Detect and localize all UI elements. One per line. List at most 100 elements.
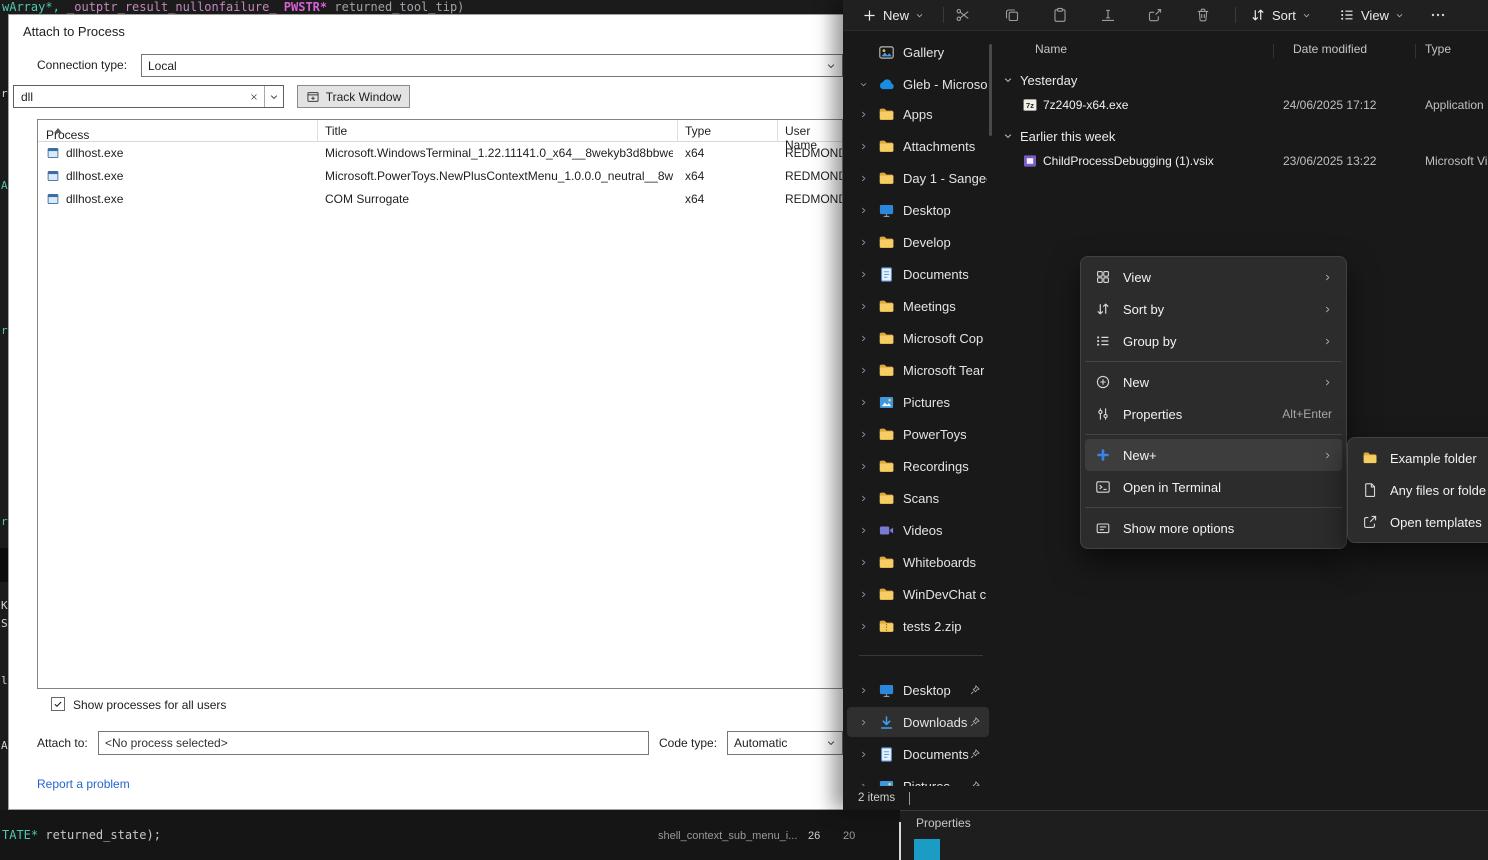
menu-item-open-in-terminal[interactable]: Open in Terminal xyxy=(1085,471,1342,503)
menu-item-group-by[interactable]: Group by xyxy=(1085,325,1342,357)
table-row[interactable]: dllhost.exe Microsoft.PowerToys.NewPlusC… xyxy=(38,165,842,188)
chevron-right-icon[interactable] xyxy=(859,142,868,151)
chevron-right-icon[interactable] xyxy=(859,590,868,599)
show-all-users-checkbox[interactable] xyxy=(51,697,65,711)
sidebar-item-desktop[interactable]: Desktop xyxy=(847,195,989,225)
codelens-reference[interactable]: shell_context_sub_menu_i... xyxy=(658,830,797,842)
chevron-right-icon[interactable] xyxy=(859,526,868,535)
chevron-right-icon[interactable] xyxy=(859,398,868,407)
sidebar-item-whiteboards[interactable]: Whiteboards xyxy=(847,547,989,577)
chevron-right-icon[interactable] xyxy=(859,558,868,567)
sidebar-item-gallery[interactable]: Gallery xyxy=(847,37,989,67)
report-a-problem-link[interactable]: Report a problem xyxy=(37,777,130,791)
chevron-down-icon[interactable] xyxy=(859,80,868,89)
chevron-right-icon[interactable] xyxy=(859,174,868,183)
chevron-right-icon[interactable] xyxy=(859,270,868,279)
column-header-type[interactable]: Type xyxy=(685,124,711,138)
chevron-right-icon[interactable] xyxy=(859,686,868,695)
copy-button[interactable] xyxy=(996,2,1028,28)
sidebar-item-develop[interactable]: Develop xyxy=(847,227,989,257)
sidebar-item-scans[interactable]: Scans xyxy=(847,483,989,513)
column-divider[interactable] xyxy=(1273,44,1274,58)
new-button[interactable]: New xyxy=(853,2,933,28)
column-divider[interactable] xyxy=(777,120,778,142)
track-window-button[interactable]: Track Window xyxy=(297,85,410,108)
sidebar-item-pictures[interactable]: Pictures xyxy=(847,387,989,417)
sidebar-item-meetings[interactable]: Meetings xyxy=(847,291,989,321)
menu-item-new-plus[interactable]: New+ xyxy=(1085,439,1342,471)
menu-item-properties[interactable]: Properties Alt+Enter xyxy=(1085,398,1342,430)
chevron-right-icon[interactable] xyxy=(859,718,868,727)
file-row[interactable]: ChildProcessDebugging (1).vsix 23/06/202… xyxy=(1003,148,1488,176)
sidebar-item-day1[interactable]: Day 1 - Sangee xyxy=(847,163,989,193)
codelens-count: 20 xyxy=(843,830,855,842)
attach-to-field[interactable] xyxy=(98,731,649,755)
menu-item-sort-by[interactable]: Sort by xyxy=(1085,293,1342,325)
code-type-select[interactable]: Automatic xyxy=(727,731,843,755)
menu-item-view[interactable]: View xyxy=(1085,261,1342,293)
sidebar-item-pinned-downloads[interactable]: Downloads xyxy=(847,707,989,737)
sidebar-item-pinned-documents[interactable]: Documents xyxy=(847,739,989,769)
chevron-right-icon[interactable] xyxy=(859,366,868,375)
clear-filter-button[interactable] xyxy=(244,86,264,107)
chevron-right-icon[interactable] xyxy=(859,430,868,439)
table-row[interactable]: dllhost.exe COM Surrogate x64 REDMOND xyxy=(38,188,842,211)
submenu-item-example-folder[interactable]: Example folder xyxy=(1352,442,1488,474)
sidebar-item-attachments[interactable]: Attachments xyxy=(847,131,989,161)
chevron-right-icon[interactable] xyxy=(859,494,868,503)
sidebar-item-microsoft-tear[interactable]: Microsoft Tear xyxy=(847,355,989,385)
group-header-earlier-this-week[interactable]: Earlier this week xyxy=(1003,126,1115,146)
chevron-right-icon[interactable] xyxy=(859,238,868,247)
file-row[interactable]: 7z2409-x64.exe 24/06/2025 17:12 Applicat… xyxy=(1003,92,1488,120)
sidebar-item-microsoft-cop[interactable]: Microsoft Cop xyxy=(847,323,989,353)
submenu-item-open-templates[interactable]: Open templates xyxy=(1352,506,1488,538)
menu-item-show-more-options[interactable]: Show more options xyxy=(1085,512,1342,544)
sidebar-item-windevchat[interactable]: WinDevChat c xyxy=(847,579,989,609)
chevron-right-icon[interactable] xyxy=(859,750,868,759)
sort-button[interactable]: Sort xyxy=(1241,2,1320,28)
chevron-right-icon[interactable] xyxy=(859,622,868,631)
sidebar-item-label: WinDevChat c xyxy=(903,587,986,602)
group-by-icon xyxy=(1095,333,1111,349)
submenu-item-any-files[interactable]: Any files or folde xyxy=(1352,474,1488,506)
column-header-date[interactable]: Date modified xyxy=(1293,42,1367,56)
sidebar-item-videos[interactable]: Videos xyxy=(847,515,989,545)
sort-ascending-icon xyxy=(54,128,62,133)
sidebar-item-pinned-desktop[interactable]: Desktop xyxy=(847,675,989,705)
column-divider[interactable] xyxy=(677,120,678,142)
sidebar-item-label: Documents xyxy=(903,267,969,282)
more-options-button[interactable] xyxy=(1422,2,1454,28)
filter-dropdown-button[interactable] xyxy=(265,86,283,107)
share-button[interactable] xyxy=(1139,2,1171,28)
column-divider[interactable] xyxy=(1415,44,1416,58)
sidebar-item-recordings[interactable]: Recordings xyxy=(847,451,989,481)
chevron-right-icon[interactable] xyxy=(859,206,868,215)
menu-item-new[interactable]: New xyxy=(1085,366,1342,398)
column-header-type[interactable]: Type xyxy=(1425,42,1451,56)
chevron-right-icon[interactable] xyxy=(859,462,868,471)
chevron-right-icon[interactable] xyxy=(859,334,868,343)
chevron-right-icon[interactable] xyxy=(859,302,868,311)
column-header-title[interactable]: Title xyxy=(325,124,347,138)
chevron-right-icon[interactable] xyxy=(859,110,868,119)
paste-button[interactable] xyxy=(1044,2,1076,28)
process-name: dllhost.exe xyxy=(66,169,311,183)
connection-type-select[interactable]: Local xyxy=(141,54,843,77)
menu-item-label: New+ xyxy=(1123,448,1157,463)
delete-button[interactable] xyxy=(1187,2,1219,28)
view-button[interactable]: View xyxy=(1330,2,1413,28)
group-header-yesterday[interactable]: Yesterday xyxy=(1003,70,1077,90)
sidebar-scrollbar[interactable] xyxy=(989,44,992,136)
sidebar-item-apps[interactable]: Apps xyxy=(847,99,989,129)
process-filter-input[interactable] xyxy=(21,90,244,104)
cut-button[interactable] xyxy=(947,2,979,28)
process-window-icon xyxy=(46,146,60,160)
sidebar-item-onedrive[interactable]: Gleb - Microsof xyxy=(847,69,989,99)
rename-button[interactable] xyxy=(1092,2,1124,28)
table-row[interactable]: dllhost.exe Microsoft.WindowsTerminal_1.… xyxy=(38,142,842,165)
sidebar-item-powertoys[interactable]: PowerToys xyxy=(847,419,989,449)
column-divider[interactable] xyxy=(317,120,318,142)
sidebar-item-documents[interactable]: Documents xyxy=(847,259,989,289)
sidebar-item-tests-zip[interactable]: tests 2.zip xyxy=(847,611,989,641)
column-header-name[interactable]: Name xyxy=(1035,42,1067,56)
